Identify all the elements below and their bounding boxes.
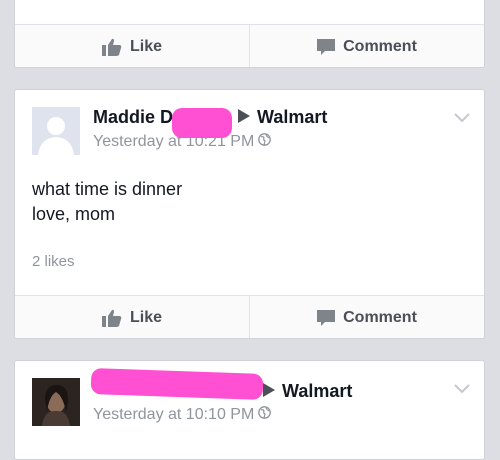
message-line-2: love, mom xyxy=(32,204,116,224)
story-timestamp[interactable]: Yesterday at 10:10 PM xyxy=(93,406,272,424)
play-arrow-icon xyxy=(263,381,275,402)
globe-privacy-icon xyxy=(258,406,272,424)
story-options-button[interactable] xyxy=(454,110,470,128)
like-label: Like xyxy=(129,38,162,55)
like-button[interactable]: Like xyxy=(15,296,249,338)
target-page-name[interactable]: Walmart xyxy=(257,107,327,128)
like-label: Like xyxy=(129,309,162,326)
comment-bubble-icon xyxy=(317,309,336,327)
author-name[interactable]: Maddie D xyxy=(93,107,173,128)
feed-story: Maddie D r Walmart Yesterday at 10:21 PM… xyxy=(14,89,485,339)
comment-button[interactable]: Comment xyxy=(249,25,484,67)
timestamp-text: Yesterday at 10:10 PM xyxy=(93,406,255,423)
comment-bubble-icon xyxy=(317,38,336,56)
story-actions: Like Comment xyxy=(15,24,484,67)
message-line-1: what time is dinner xyxy=(32,179,183,199)
story-options-button[interactable] xyxy=(454,381,470,399)
chevron-down-icon xyxy=(454,384,470,394)
redaction-mark xyxy=(172,108,232,138)
chevron-down-icon xyxy=(454,113,470,123)
globe-privacy-icon xyxy=(258,133,272,151)
feed-story-next: Walmart Yesterday at 10:10 PM xyxy=(14,360,485,460)
like-button[interactable]: Like xyxy=(15,25,249,67)
default-avatar-icon xyxy=(32,107,80,155)
author-avatar[interactable] xyxy=(32,107,80,155)
comment-label: Comment xyxy=(343,309,417,326)
profile-photo xyxy=(32,378,80,426)
story-message: what time is dinner love, mom xyxy=(32,177,182,227)
like-thumb-icon xyxy=(101,309,122,327)
target-page-name[interactable]: Walmart xyxy=(282,381,352,402)
play-arrow-icon xyxy=(238,107,251,128)
likes-count[interactable]: 2 likes xyxy=(32,253,75,270)
comment-label: Comment xyxy=(343,38,417,55)
story-actions: Like Comment xyxy=(15,295,484,338)
timestamp-text: Yesterday at 10:21 PM xyxy=(93,133,255,150)
feed-story-previous: Like Comment xyxy=(14,0,485,68)
author-avatar[interactable] xyxy=(32,378,80,426)
comment-button[interactable]: Comment xyxy=(249,296,484,338)
like-thumb-icon xyxy=(101,38,122,56)
